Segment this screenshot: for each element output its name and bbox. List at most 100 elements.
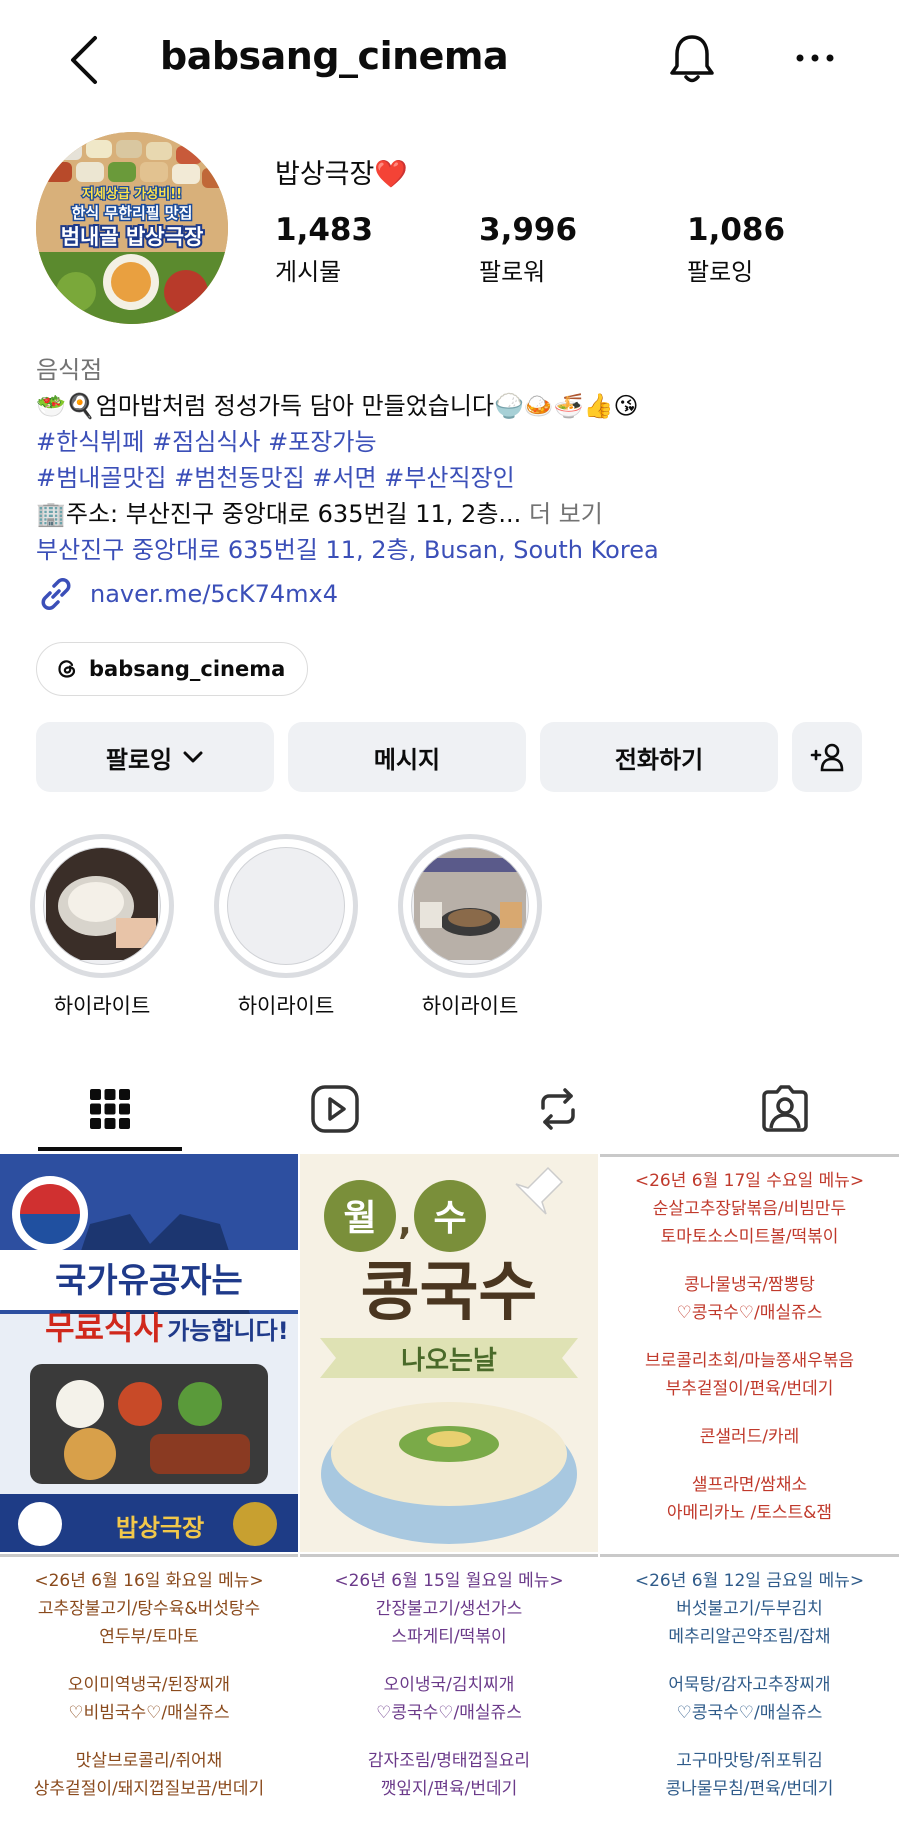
post-3-line: 토마토소스미트볼/떡볶이 — [660, 1227, 839, 1247]
post-4-line: 상추겉절이/돼지껍질보끔/번데기 — [33, 1779, 265, 1799]
post-1-headline-3: 가능합니다! — [167, 1317, 288, 1345]
grid-post-4[interactable]: <26년 6월 16일 화요일 메뉴> 고추장불고기/탕수육&버섯탕수 연두부/… — [0, 1554, 298, 1828]
avatar-text-2: 한식 무한리필 맛집 — [72, 204, 193, 222]
back-button[interactable] — [62, 30, 106, 90]
following-button-label: 팔로잉 — [105, 745, 173, 774]
active-tab-indicator — [38, 1147, 182, 1151]
stat-followers-label: 팔로워 — [479, 258, 546, 286]
post-3-line: 브로콜리초회/마늘쫑새우볶음 — [644, 1351, 855, 1371]
tab-posts[interactable] — [25, 1064, 195, 1154]
svg-text:,: , — [398, 1202, 412, 1243]
bell-icon — [670, 35, 714, 83]
reels-icon — [311, 1085, 359, 1133]
post-1-brand: 밥상극장 — [116, 1514, 204, 1542]
post-5-line: 감자조림/명태껍질요리 — [367, 1751, 531, 1771]
post-5-line: 깻잎지/편육/번데기 — [380, 1779, 518, 1799]
stat-posts-label: 게시물 — [275, 258, 342, 286]
post-6-line: 어묵탕/감자고추장찌개 — [668, 1675, 831, 1695]
following-button[interactable]: 팔로잉 — [36, 722, 274, 792]
repost-icon — [541, 1088, 575, 1130]
stat-followers[interactable]: 3,996 팔로워 — [479, 212, 577, 287]
highlight-3[interactable]: 하이라이트 — [398, 834, 542, 1020]
profile-avatar[interactable]: 저세상급 가성비!! 한식 무한리필 맛집 범내골 밥상극장 — [36, 132, 228, 324]
add-person-icon — [810, 743, 844, 772]
post-4-line: 맛살브로콜리/쥐어채 — [75, 1751, 223, 1771]
post-6-line: 버섯불고기/두부김치 — [676, 1599, 823, 1619]
post-3-line: ♡콩국수♡/매실쥬스 — [676, 1303, 823, 1323]
post-2-day-1: 월 — [343, 1198, 376, 1239]
threads-handle: babsang_cinema — [89, 657, 286, 681]
profile-display-name: 밥상극장❤️ — [275, 159, 408, 190]
highlight-3-label: 하이라이트 — [421, 994, 519, 1018]
website-link[interactable]: naver.me/5cK74mx4 — [36, 574, 338, 614]
stat-following[interactable]: 1,086 팔로잉 — [687, 212, 785, 287]
stat-followers-count: 3,996 — [479, 212, 578, 248]
post-2-title: 콩국수 — [361, 1256, 538, 1330]
call-button[interactable]: 전화하기 — [540, 722, 778, 792]
post-3-line: 순살고추장닭볶음/비빔만두 — [652, 1199, 847, 1219]
highlight-1[interactable]: 하이라이트 — [30, 834, 174, 1020]
post-5-line: ♡콩국수♡/매실쥬스 — [376, 1703, 522, 1723]
post-5-line: 스파게티/떡볶이 — [391, 1627, 507, 1647]
post-4-line: 오이미역냉국/된장찌개 — [67, 1675, 231, 1695]
post-6-line: ♡콩국수♡/매실쥬스 — [676, 1703, 823, 1723]
highlight-2-label: 하이라이트 — [237, 994, 335, 1018]
profile-bio: 음식점 🥗🍳엄마밥처럼 정성가득 담아 만들었습니다🍚🍛🍜👍😘 #한식뷔페 #점… — [36, 352, 866, 568]
post-5-line: 간장불고기/생선가스 — [375, 1599, 523, 1619]
highlight-2[interactable]: 하이라이트 — [214, 834, 358, 1020]
post-3-line: 샐프라면/쌈채소 — [691, 1475, 808, 1495]
post-6-line: 고구마맛탕/쥐포튀김 — [676, 1751, 823, 1771]
back-arrow-icon — [71, 36, 97, 84]
grid-icon — [90, 1089, 130, 1129]
suggest-people-button[interactable] — [792, 722, 862, 792]
post-3-line: 콩나물냉국/짬뽕탕 — [684, 1275, 815, 1295]
call-button-label: 전화하기 — [614, 745, 704, 774]
post-5-line: <26년 6월 15일 월요일 메뉴> — [334, 1571, 564, 1591]
grid-post-3[interactable]: <26년 6월 17일 수요일 메뉴> 순살고추장닭볶음/비빔만두 토마토소스미… — [600, 1154, 899, 1552]
stat-posts[interactable]: 1,483 게시물 — [275, 212, 373, 287]
more-icon — [796, 54, 834, 62]
post-6-line: 메추리알곤약조림/잡채 — [668, 1627, 831, 1647]
avatar-text-1: 저세상급 가성비!! — [82, 187, 182, 202]
link-icon — [41, 578, 71, 610]
more-options-button[interactable] — [790, 38, 840, 78]
post-4-line: <26년 6월 16일 화요일 메뉴> — [34, 1571, 264, 1591]
tab-tagged[interactable] — [700, 1064, 870, 1154]
threads-badge[interactable]: babsang_cinema — [36, 642, 309, 696]
post-4-line: ♡비빔국수♡/매실쥬스 — [68, 1703, 230, 1723]
post-2-ribbon: 나오는날 — [401, 1346, 497, 1376]
profile-tabs — [0, 1064, 899, 1154]
tagged-icon — [762, 1085, 808, 1132]
tab-reposts[interactable] — [473, 1064, 643, 1154]
more-link[interactable]: 더 보기 — [529, 500, 603, 528]
post-3-line: 아메리카노 /토스트&잼 — [666, 1503, 833, 1523]
profile-username: babsang_cinema — [160, 34, 509, 78]
post-6-line: 콩나물무침/편육/번데기 — [665, 1779, 834, 1799]
post-2-day-2: 수 — [433, 1198, 466, 1239]
post-3-line: <26년 6월 17일 수요일 메뉴> — [634, 1171, 865, 1191]
message-button-label: 메시지 — [373, 745, 441, 774]
grid-post-1[interactable]: 국가유공자는 무료식사 가능합니다! 밥상극장 — [0, 1154, 298, 1552]
post-5-line: 오이냉국/김치찌개 — [383, 1675, 515, 1695]
post-3-line: 콘샐러드/카레 — [699, 1427, 800, 1447]
post-6-line: <26년 6월 12일 금요일 메뉴> — [634, 1571, 865, 1591]
location-link[interactable]: 부산진구 중앙대로 635번길 11, 2층, Busan, South Kor… — [36, 532, 866, 568]
grid-post-2[interactable]: 월 , 수 콩국수 나오는날 — [300, 1154, 598, 1552]
threads-icon — [58, 660, 76, 678]
stat-posts-count: 1,483 — [275, 212, 374, 248]
grid-post-5[interactable]: <26년 6월 15일 월요일 메뉴> 간장불고기/생선가스 스파게티/떡볶이 … — [300, 1554, 598, 1828]
bio-address: 🏢주소: 부산진구 중앙대로 635번길 11, 2층... — [36, 500, 522, 528]
highlight-1-label: 하이라이트 — [53, 994, 151, 1018]
website-link-text: naver.me/5cK74mx4 — [90, 580, 339, 608]
chevron-down-icon — [183, 751, 203, 763]
bio-line: 🥗🍳엄마밥처럼 정성가득 담아 만들었습니다🍚🍛🍜👍😘 — [36, 392, 639, 420]
tab-reels[interactable] — [250, 1064, 420, 1154]
stat-following-count: 1,086 — [687, 212, 786, 248]
bio-hashtags-1[interactable]: #한식뷔페 #점심식사 #포장가능 — [36, 424, 866, 460]
grid-post-6[interactable]: <26년 6월 12일 금요일 메뉴> 버섯불고기/두부김치 메추리알곤약조림/… — [600, 1554, 899, 1828]
post-4-line: 고추장불고기/탕수육&버섯탕수 — [37, 1599, 261, 1619]
notifications-button[interactable] — [665, 30, 719, 88]
bio-hashtags-2[interactable]: #범내골맛집 #범천동맛집 #서면 #부산직장인 — [36, 460, 866, 496]
post-1-headline-1: 국가유공자는 — [55, 1261, 243, 1301]
message-button[interactable]: 메시지 — [288, 722, 526, 792]
